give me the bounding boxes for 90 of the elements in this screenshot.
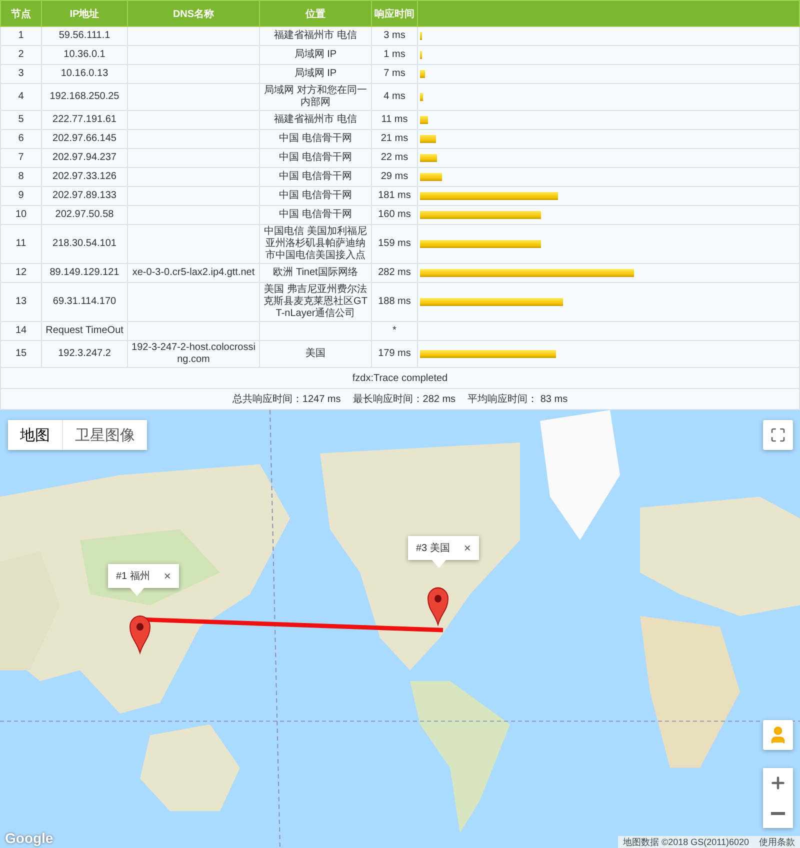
plus-icon xyxy=(769,774,787,792)
ip-cell: 202.97.66.145 xyxy=(42,130,128,148)
time-cell: 188 ms xyxy=(372,282,418,322)
node-cell: 7 xyxy=(0,148,42,168)
location-cell: 中国 电信骨干网 xyxy=(260,148,372,168)
node-cell: 1 xyxy=(0,26,42,46)
callout-tail xyxy=(432,560,446,568)
ip-cell: 202.97.89.133 xyxy=(42,186,128,206)
time-cell: * xyxy=(372,322,418,340)
marker-label: #3 美国 xyxy=(416,542,450,555)
zoom-in-button[interactable] xyxy=(763,768,793,798)
location-cell: 福建省福州市 电信 xyxy=(260,110,372,130)
dns-cell: xe-0-3-0.cr5-lax2.ip4.gtt.net xyxy=(128,264,260,282)
time-cell: 29 ms xyxy=(372,168,418,186)
location-cell: 中国 电信骨干网 xyxy=(260,130,372,148)
node-cell: 12 xyxy=(0,264,42,282)
map-type-button[interactable]: 地图 xyxy=(8,420,62,450)
map[interactable]: #1 福州 × #3 美国 × 地图 卫星图像 Google 地图数据 ©2018 GS(2011)6020 使用条款 xyxy=(0,410,800,848)
column-header: 响应时间 xyxy=(372,0,418,26)
location-cell: 局域网 对方和您在同一内部网 xyxy=(260,84,372,110)
time-cell: 7 ms xyxy=(372,64,418,84)
location-cell: 中国 电信骨干网 xyxy=(260,168,372,186)
node-cell: 14 xyxy=(0,322,42,340)
column-header: IP地址 xyxy=(42,0,128,26)
map-pin-icon[interactable] xyxy=(427,587,449,626)
map-type-button[interactable]: 卫星图像 xyxy=(62,420,147,450)
ip-cell: 89.149.129.121 xyxy=(42,264,128,282)
ip-cell: 59.56.111.1 xyxy=(42,26,128,46)
location-cell: 中国 电信骨干网 xyxy=(260,186,372,206)
time-cell: 181 ms xyxy=(372,186,418,206)
time-cell: 159 ms xyxy=(372,224,418,264)
time-cell: 282 ms xyxy=(372,264,418,282)
fullscreen-button[interactable] xyxy=(763,420,793,450)
zoom-out-button[interactable] xyxy=(763,798,793,828)
map-logo: Google xyxy=(5,830,54,846)
time-cell: 21 ms xyxy=(372,130,418,148)
node-cell: 11 xyxy=(0,224,42,264)
time-cell: 4 ms xyxy=(372,84,418,110)
status-text: fzdx:Trace completed xyxy=(352,372,448,384)
location-cell: 中国电信 美国加利福尼亚州洛杉矶县帕萨迪纳市中国电信美国接入点 xyxy=(260,224,372,264)
fullscreen-icon xyxy=(770,427,786,443)
ip-cell: 202.97.94.237 xyxy=(42,148,128,168)
node-cell: 15 xyxy=(0,340,42,368)
node-cell: 4 xyxy=(0,84,42,110)
column-header: 位置 xyxy=(260,0,372,26)
node-cell: 2 xyxy=(0,46,42,64)
column-header: 节点 xyxy=(0,0,42,26)
map-pin-icon[interactable] xyxy=(129,616,151,654)
location-cell: 美国 xyxy=(260,340,372,368)
node-cell: 5 xyxy=(0,110,42,130)
time-cell: 160 ms xyxy=(372,206,418,224)
location-cell: 美国 弗吉尼亚州费尔法克斯县麦克莱恩社区GTT-nLayer通信公司 xyxy=(260,282,372,322)
location-cell: 中国 电信骨干网 xyxy=(260,206,372,224)
time-cell: 3 ms xyxy=(372,26,418,46)
summary-text: 平均响应时间： 83 ms xyxy=(468,394,568,405)
attribution-text: 地图数据 ©2018 GS(2011)6020 xyxy=(622,836,750,848)
ip-cell: Request TimeOut xyxy=(42,322,128,340)
ip-cell: 10.16.0.13 xyxy=(42,64,128,84)
location-cell: 局域网 IP xyxy=(260,64,372,84)
location-cell: 局域网 IP xyxy=(260,46,372,64)
node-cell: 9 xyxy=(0,186,42,206)
node-cell: 8 xyxy=(0,168,42,186)
dns-cell: 192-3-247-2-host.colocrossing.com xyxy=(128,340,260,368)
column-header: DNS名称 xyxy=(128,0,260,26)
minus-icon xyxy=(771,812,785,814)
time-cell: 179 ms xyxy=(372,340,418,368)
marker-label: #1 福州 xyxy=(116,570,150,583)
time-cell: 11 ms xyxy=(372,110,418,130)
summary-text: 总共响应时间：1247 ms xyxy=(232,394,341,405)
ip-cell: 222.77.191.61 xyxy=(42,110,128,130)
node-cell: 6 xyxy=(0,130,42,148)
location-cell: 欧洲 Tinet国际网络 xyxy=(260,264,372,282)
ip-cell: 192.3.247.2 xyxy=(42,340,128,368)
ip-cell: 192.168.250.25 xyxy=(42,84,128,110)
ip-cell: 202.97.50.58 xyxy=(42,206,128,224)
callout-tail xyxy=(130,588,144,596)
location-cell: 福建省福州市 电信 xyxy=(260,26,372,46)
ip-cell: 10.36.0.1 xyxy=(42,46,128,64)
ip-cell: 202.97.33.126 xyxy=(42,168,128,186)
ip-cell: 69.31.114.170 xyxy=(42,282,128,322)
close-button[interactable]: × xyxy=(164,569,171,583)
node-cell: 10 xyxy=(0,206,42,224)
attribution-text[interactable]: 使用条款 xyxy=(754,836,800,848)
close-button[interactable]: × xyxy=(464,541,471,555)
time-cell: 22 ms xyxy=(372,148,418,168)
summary-text: 最长响应时间：282 ms xyxy=(352,394,456,405)
time-cell: 1 ms xyxy=(372,46,418,64)
node-cell: 3 xyxy=(0,64,42,84)
node-cell: 13 xyxy=(0,282,42,322)
ip-cell: 218.30.54.101 xyxy=(42,224,128,264)
